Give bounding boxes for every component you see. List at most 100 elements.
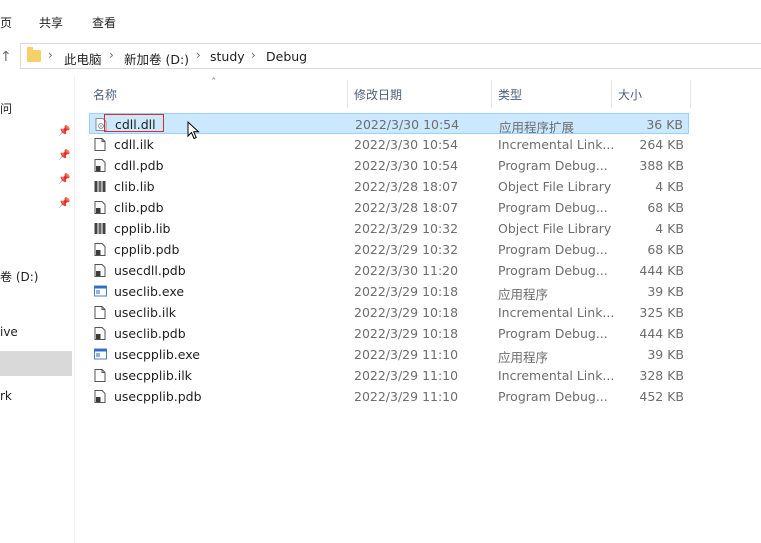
file-size: 36 KB — [646, 117, 683, 132]
column-divider[interactable] — [491, 80, 492, 108]
nav-item-quick-access[interactable]: 问 — [0, 100, 12, 117]
file-date-modified: 2022/3/29 10:32 — [354, 221, 459, 236]
file-name: usecpplib.exe — [114, 347, 200, 362]
folder-icon — [27, 47, 41, 62]
file-date-modified: 2022/3/29 10:18 — [354, 305, 459, 320]
file-row[interactable]: useclib.pdb 2022/3/29 10:18 Program Debug.… — [89, 323, 689, 344]
file-row[interactable]: clib.lib 2022/3/28 18:07 Object File Libra… — [89, 176, 689, 197]
file-row[interactable]: usecpplib.pdb 2022/3/29 11:10 Program Debu… — [89, 386, 689, 407]
ribbon-tab-home[interactable]: 页 — [0, 14, 12, 31]
column-header-name[interactable]: 名称 — [93, 86, 117, 103]
file-date-modified: 2022/3/30 11:20 — [354, 263, 459, 278]
file-type: Incremental Link... — [498, 305, 615, 320]
column-divider[interactable] — [347, 80, 348, 108]
file-name: cdll.ilk — [114, 137, 154, 152]
file-row[interactable]: usecpplib.exe 2022/3/29 11:10 应用程序 39 KB — [89, 344, 689, 365]
file-row[interactable]: cdll.pdb 2022/3/30 10:54 Program Debug... 3… — [89, 155, 689, 176]
column-divider[interactable] — [690, 80, 691, 108]
file-row[interactable]: usecdll.pdb 2022/3/30 11:20 Program Debug.… — [89, 260, 689, 281]
file-name: usecpplib.pdb — [114, 389, 202, 404]
file-name: useclib.ilk — [114, 305, 177, 320]
file-size: 388 KB — [639, 158, 684, 173]
column-header-date[interactable]: 修改日期 — [354, 86, 402, 103]
file-row-selected[interactable]: cdll.dll 2022/3/30 10:54 应用程序扩展 36 KB — [89, 113, 689, 135]
file-date-modified: 2022/3/28 18:07 — [354, 179, 459, 194]
file-date-modified: 2022/3/30 10:54 — [355, 117, 460, 132]
lib-file-icon — [94, 222, 106, 235]
file-size: 452 KB — [639, 389, 684, 404]
column-header-type[interactable]: 类型 — [498, 86, 522, 103]
nav-item-network[interactable]: rk — [0, 389, 12, 403]
ribbon-tab-view[interactable]: 查看 — [92, 14, 116, 31]
file-size: 4 KB — [655, 221, 684, 236]
file-date-modified: 2022/3/30 10:54 — [354, 137, 459, 152]
file-row[interactable]: usecpplib.ilk 2022/3/29 11:10 Incremental … — [89, 365, 689, 386]
file-type: 应用程序 — [498, 287, 549, 302]
navigation-pane — [0, 76, 74, 543]
column-divider[interactable] — [611, 80, 612, 108]
file-name: clib.pdb — [114, 200, 164, 215]
file-date-modified: 2022/3/30 10:54 — [354, 158, 459, 173]
file-name: cdll.pdb — [114, 158, 164, 173]
chevron-right-icon[interactable]: › — [251, 48, 256, 62]
ilk-file-icon — [94, 369, 106, 382]
breadcrumb-this-pc[interactable]: 此电脑 — [64, 49, 102, 68]
mouse-cursor-icon — [187, 121, 200, 140]
file-row[interactable]: cpplib.lib 2022/3/29 10:32 Object File Lib… — [89, 218, 689, 239]
file-type: Program Debug... — [498, 158, 608, 173]
file-name: usecpplib.ilk — [114, 368, 192, 383]
file-name: useclib.exe — [114, 284, 185, 299]
chevron-right-icon[interactable]: › — [48, 48, 53, 62]
exe-icon — [94, 348, 107, 361]
file-size: 39 KB — [647, 284, 684, 299]
pin-icon[interactable]: 📌 — [58, 174, 70, 186]
sort-ascending-icon: ˆ — [211, 76, 217, 89]
file-name: cpplib.lib — [114, 221, 171, 236]
column-header-size[interactable]: 大小 — [618, 86, 642, 103]
breadcrumb-debug[interactable]: Debug — [266, 49, 307, 64]
file-date-modified: 2022/3/29 11:10 — [354, 347, 459, 362]
file-type: Incremental Link... — [498, 368, 615, 383]
file-type: Program Debug... — [498, 242, 608, 257]
file-date-modified: 2022/3/28 18:07 — [354, 200, 459, 215]
file-size: 68 KB — [647, 242, 684, 257]
file-type: 应用程序 — [498, 350, 549, 365]
file-row[interactable]: useclib.ilk 2022/3/29 10:18 Incremental Li… — [89, 302, 689, 323]
pin-icon[interactable]: 📌 — [58, 126, 70, 138]
file-size: 264 KB — [639, 137, 684, 152]
nav-item-drive-d[interactable]: 卷 (D:) — [0, 268, 38, 285]
pdb-file-icon — [94, 243, 106, 256]
file-date-modified: 2022/3/29 10:18 — [354, 284, 459, 299]
file-size: 68 KB — [647, 200, 684, 215]
file-date-modified: 2022/3/29 10:32 — [354, 242, 459, 257]
file-size: 444 KB — [639, 326, 684, 341]
file-size: 328 KB — [639, 368, 684, 383]
file-type: Program Debug... — [498, 263, 608, 278]
pin-icon[interactable]: 📌 — [58, 198, 70, 210]
ilk-file-icon — [94, 306, 106, 319]
pin-icon[interactable]: 📌 — [58, 150, 70, 162]
chevron-right-icon[interactable]: › — [109, 48, 114, 62]
up-arrow-icon[interactable]: ↑ — [0, 49, 14, 65]
file-date-modified: 2022/3/29 11:10 — [354, 389, 459, 404]
chevron-right-icon[interactable]: › — [196, 48, 201, 62]
breadcrumb-study[interactable]: study — [210, 49, 245, 64]
file-row[interactable]: clib.pdb 2022/3/28 18:07 Program Debug... 6… — [89, 197, 689, 218]
nav-item-selected[interactable] — [0, 351, 72, 376]
file-size: 4 KB — [655, 179, 684, 194]
file-type: Object File Library — [498, 179, 612, 194]
file-type: Program Debug... — [498, 389, 608, 404]
ribbon-tab-share[interactable]: 共享 — [39, 14, 63, 31]
rename-highlight — [104, 114, 164, 132]
pane-divider[interactable] — [74, 76, 75, 543]
pdb-file-icon — [94, 159, 106, 172]
file-type: Object File Library — [498, 221, 612, 236]
exe-icon — [94, 285, 107, 298]
file-size: 444 KB — [639, 263, 684, 278]
ribbon: 页 共享 查看 — [0, 0, 761, 38]
file-row[interactable]: useclib.exe 2022/3/29 10:18 应用程序 39 KB — [89, 281, 689, 302]
file-row[interactable]: cpplib.pdb 2022/3/29 10:32 Program Debug..… — [89, 239, 689, 260]
nav-item-onedrive[interactable]: ive — [0, 325, 18, 339]
breadcrumb-drive-d[interactable]: 新加卷 (D:) — [124, 49, 189, 68]
file-row[interactable]: cdll.ilk 2022/3/30 10:54 Incremental Link.… — [89, 134, 689, 155]
